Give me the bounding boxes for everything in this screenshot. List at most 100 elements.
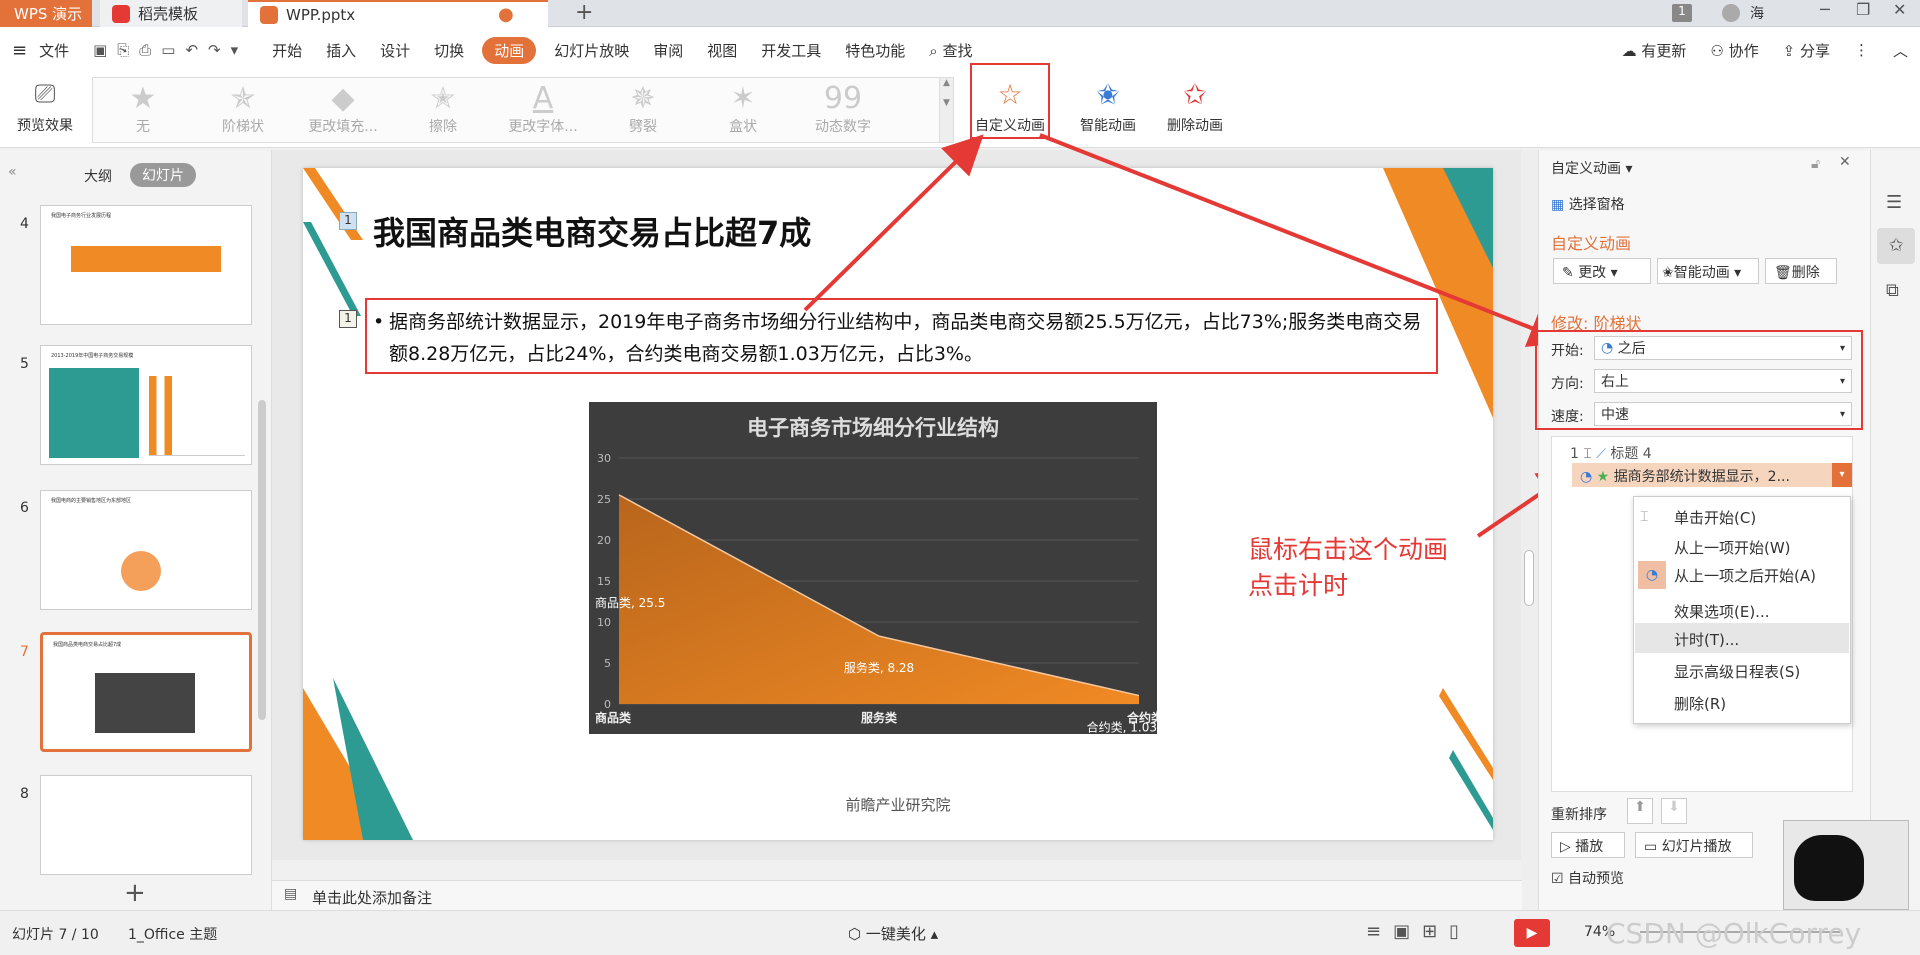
menu-start[interactable]: 开始 bbox=[260, 40, 314, 61]
notes-bar[interactable]: ▤ 单击此处添加备注 bbox=[272, 880, 1522, 910]
menu-view[interactable]: 视图 bbox=[695, 40, 749, 61]
thumbnail-slide-6[interactable]: 我国电商的主要销售地区为东部地区 bbox=[40, 490, 252, 610]
tab-file[interactable]: WPP.pptx ● bbox=[248, 0, 548, 27]
animation-item-2[interactable]: ◔ ★ 据商务部统计数据显示，2... ▾ bbox=[1572, 463, 1852, 487]
beautify-button[interactable]: ⬡ 一键美化 ▴ bbox=[848, 923, 938, 944]
play-button[interactable]: ▷ 播放 bbox=[1551, 832, 1625, 858]
collapse-pane-icon[interactable]: « bbox=[8, 164, 17, 180]
share-button[interactable]: ⇪ 分享 bbox=[1771, 40, 1842, 61]
thumbnail-title: 我国商品类电商交易占比超7成 bbox=[53, 642, 122, 648]
auto-preview-checkbox[interactable]: ☑ 自动预览 bbox=[1551, 868, 1624, 888]
gallery-box[interactable]: ✶ 盒状 bbox=[693, 82, 793, 136]
gallery-scroll[interactable]: ▲ ▼ bbox=[939, 78, 953, 142]
item-label: 据商务部统计数据显示，2... bbox=[1613, 469, 1790, 485]
pane-header[interactable]: 自定义动画 ▾ bbox=[1551, 158, 1632, 178]
thumbnail-slide-7[interactable]: 我国商品类电商交易占比超7成 bbox=[40, 632, 252, 752]
thumbnail-slide-5[interactable]: 2013-2019年中国电子商务交易规模 bbox=[40, 345, 252, 465]
menu-file[interactable]: 文件 bbox=[39, 40, 81, 61]
notes-placeholder[interactable]: 单击此处添加备注 bbox=[312, 887, 432, 908]
menu-devtools[interactable]: 开发工具 bbox=[749, 40, 833, 61]
tab-template[interactable]: 稻壳模板 bbox=[100, 0, 242, 27]
layers-icon[interactable]: ⧉ bbox=[1886, 280, 1899, 301]
gallery-number[interactable]: 99 动态数字 bbox=[793, 82, 893, 136]
slideshow-button[interactable]: ▭ 幻灯片播放 bbox=[1635, 832, 1753, 858]
animation-star-icon[interactable]: ✩ bbox=[1877, 228, 1915, 264]
menu-features[interactable]: 特色功能 bbox=[833, 40, 917, 61]
more-icon[interactable]: ⋮ bbox=[1842, 41, 1881, 59]
scroll-thumb[interactable] bbox=[1524, 550, 1534, 606]
slide-bullet-text[interactable]: • 据商务部统计数据显示，2019年电子商务市场细分行业结构中，商品类电商交易额… bbox=[365, 298, 1438, 374]
new-tab-button[interactable]: + bbox=[575, 0, 593, 25]
menu-click-start[interactable]: 单击开始(C) bbox=[1674, 507, 1756, 528]
tab-label: WPP.pptx bbox=[286, 5, 356, 24]
thumbnail-scrollbar[interactable] bbox=[258, 400, 266, 720]
gallery-split[interactable]: ✵ 劈裂 bbox=[593, 82, 693, 136]
animation-ribbon: ⎚ 预览效果 ★ 无 ✯ 阶梯状 ◆ 更改填充... ✭ 擦除 A 更改字体... ✵ 劈裂… bbox=[0, 63, 1920, 148]
direction-select[interactable]: 右上 ▾ bbox=[1594, 369, 1852, 393]
gallery-none[interactable]: ★ 无 bbox=[93, 82, 193, 136]
chart-container[interactable]: 电子商务市场细分行业结构 0 5 10 15 20 25 30 商品类 服务类 合约类 商品类, 2… bbox=[589, 402, 1157, 734]
tab-wps-app[interactable]: WPS 演示 bbox=[0, 0, 92, 27]
thumbnail-slide-8[interactable] bbox=[40, 775, 252, 875]
view-mode-buttons[interactable]: ≡▣⊞▯ bbox=[1366, 921, 1471, 942]
thumbnail-slide-4[interactable]: 我国电子商务行业发展历程 bbox=[40, 205, 252, 325]
update-button[interactable]: ☁ 有更新 bbox=[1610, 40, 1699, 61]
delete-pane-button[interactable]: 🗑︎删除 bbox=[1765, 258, 1837, 284]
animation-item-1[interactable]: 1 ⌶ ⟋ 标题 4 bbox=[1570, 443, 1652, 463]
menu-advanced-timeline[interactable]: 显示高级日程表(S) bbox=[1674, 661, 1800, 682]
close-window-button[interactable]: ✕ bbox=[1893, 0, 1906, 19]
smart-animation-pane-button[interactable]: ✬智能动画 ▾ bbox=[1657, 258, 1759, 284]
watermark: CSDN @OlkCorrey bbox=[1606, 917, 1862, 950]
toolbar-quick-icons[interactable]: ▣⎘⎙▭↶↷▾ bbox=[81, 41, 260, 59]
maximize-button[interactable]: ❐ bbox=[1856, 0, 1870, 19]
menu-effect-options[interactable]: 效果选项(E)... bbox=[1674, 601, 1770, 622]
gallery-fill[interactable]: ◆ 更改填充... bbox=[293, 82, 393, 136]
tab-outline[interactable]: 大纲 bbox=[84, 166, 112, 186]
canvas-scrollbar[interactable] bbox=[1521, 150, 1537, 880]
menu-insert[interactable]: 插入 bbox=[314, 40, 368, 61]
delete-animation-button[interactable]: ✩ 删除动画 bbox=[1160, 77, 1230, 135]
menu-animation[interactable]: 动画 bbox=[482, 36, 537, 64]
selection-pane-link[interactable]: ▦ 选择窗格 bbox=[1551, 194, 1625, 214]
theme-name[interactable]: 1_Office 主题 bbox=[128, 924, 217, 944]
gallery-font[interactable]: A 更改字体... bbox=[493, 82, 593, 136]
gallery-wipe[interactable]: ✭ 擦除 bbox=[393, 82, 493, 136]
daoke-icon bbox=[112, 4, 130, 23]
add-slide-button[interactable]: + bbox=[124, 878, 146, 908]
gallery-label: 盒状 bbox=[729, 119, 757, 135]
menu-after-previous[interactable]: 从上一项之后开始(A) bbox=[1674, 565, 1816, 586]
item-dropdown-icon[interactable]: ▾ bbox=[1832, 463, 1852, 487]
gallery-stairs[interactable]: ✯ 阶梯状 bbox=[193, 82, 293, 136]
menu-slideshow[interactable]: 幻灯片放映 bbox=[542, 40, 641, 61]
settings-sliders-icon[interactable]: ☰ bbox=[1886, 192, 1902, 213]
collapse-ribbon-icon[interactable]: ︿ bbox=[1881, 40, 1920, 61]
speed-select[interactable]: 中速 ▾ bbox=[1594, 402, 1852, 426]
slide-title[interactable]: 我国商品类电商交易占比超7成 bbox=[373, 208, 811, 254]
menu-delete[interactable]: 删除(R) bbox=[1674, 693, 1726, 714]
menu-with-previous[interactable]: 从上一项开始(W) bbox=[1674, 537, 1791, 558]
tab-slides[interactable]: 幻灯片 bbox=[130, 163, 196, 187]
menu-timing[interactable]: 计时(T)... bbox=[1674, 629, 1739, 650]
start-select[interactable]: ◔ 之后 ▾ bbox=[1594, 336, 1852, 360]
hamburger-icon[interactable]: ≡ bbox=[0, 40, 39, 61]
search-menu[interactable]: ⌕ 查找 bbox=[917, 40, 984, 61]
bullet-content: 据商务部统计数据显示，2019年电子商务市场细分行业结构中，商品类电商交易额25… bbox=[389, 311, 1422, 365]
move-down-button[interactable]: ⬇ bbox=[1661, 798, 1687, 824]
direction-value: 右上 bbox=[1601, 374, 1629, 390]
minimize-button[interactable]: ─ bbox=[1820, 0, 1830, 19]
close-pane-icon[interactable]: ✕ bbox=[1839, 154, 1851, 170]
menu-transition[interactable]: 切换 bbox=[422, 40, 476, 61]
preview-effect-button[interactable]: ⎚ 预览效果 bbox=[10, 77, 80, 135]
menu-review[interactable]: 审阅 bbox=[641, 40, 695, 61]
lock-icon[interactable]: 🔓︎ bbox=[1811, 156, 1820, 172]
pane-header-label: 自定义动画 bbox=[1551, 161, 1621, 177]
play-slideshow-button[interactable]: ▶ bbox=[1514, 919, 1550, 947]
update-label: 有更新 bbox=[1641, 41, 1687, 60]
change-button[interactable]: ✎ 更改 ▾ bbox=[1553, 258, 1651, 284]
menu-design[interactable]: 设计 bbox=[368, 40, 422, 61]
smart-animation-button[interactable]: ✬ 智能动画 bbox=[1068, 77, 1148, 135]
avatar[interactable] bbox=[1722, 4, 1740, 22]
section-title: 自定义动画 bbox=[1551, 234, 1632, 253]
collab-button[interactable]: ⚇ 协作 bbox=[1698, 40, 1770, 61]
move-up-button[interactable]: ⬆ bbox=[1627, 798, 1653, 824]
